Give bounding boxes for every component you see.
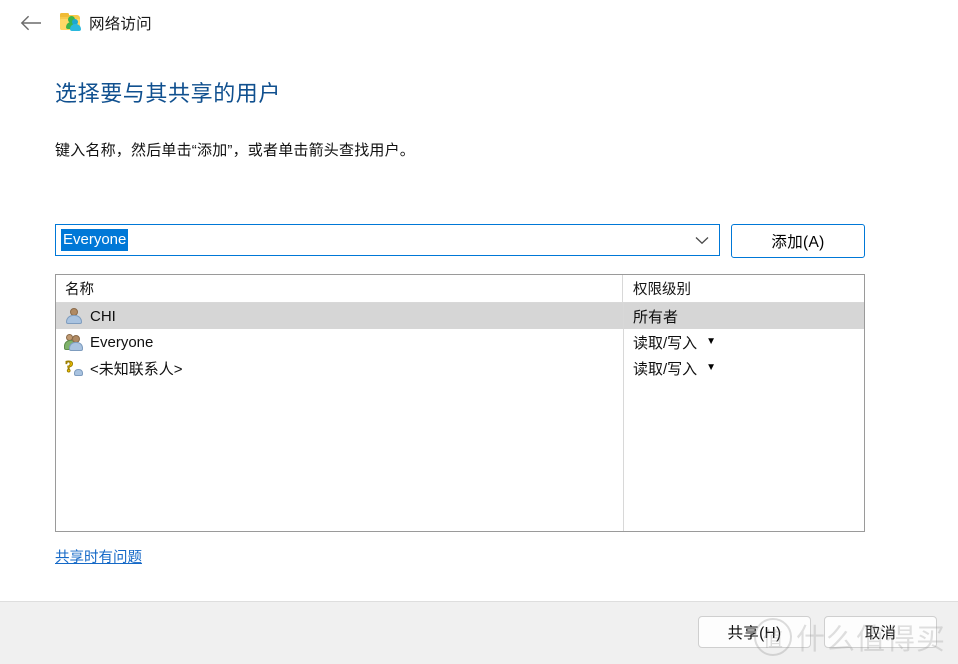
window-title: 网络访问 [89, 16, 152, 33]
back-arrow-icon [20, 15, 41, 31]
page-instructions: 键入名称，然后单击“添加”，或者单击箭头查找用户。 [55, 142, 415, 159]
permission-dropdown-caret[interactable]: ▼ [706, 337, 716, 347]
users-group-icon [64, 333, 83, 351]
row-permission-label: 读取/写入 [633, 334, 698, 352]
title-bar: 网络访问 [0, 0, 958, 46]
row-permission-cell[interactable]: 读取/写入 ▼ [623, 355, 864, 381]
table-row[interactable]: ? <未知联系人> 读取/写入 ▼ [56, 355, 864, 381]
shared-folder-icon [60, 13, 82, 33]
share-button[interactable]: 共享(H) [698, 616, 811, 648]
footer-button-group: 共享(H) 取消 [698, 616, 937, 648]
chevron-down-icon[interactable] [695, 225, 709, 255]
main-content: 选择要与其共享的用户 键入名称，然后单击“添加”，或者单击箭头查找用户。 Eve… [0, 46, 958, 601]
table-row[interactable]: CHI 所有者 [56, 303, 864, 329]
user-name-combobox[interactable]: Everyone [55, 224, 720, 256]
row-permission-label: 读取/写入 [633, 360, 698, 378]
column-header-permission[interactable]: 权限级别 [623, 275, 864, 302]
row-name-label: <未知联系人> [90, 360, 183, 378]
user-entry-row: Everyone 添加(A) [55, 224, 865, 258]
shared-users-list[interactable]: 名称 权限级别 CHI 所有者 Everyone 读取/写入 ▼ ? <未知联系… [55, 274, 865, 532]
list-rows: CHI 所有者 Everyone 读取/写入 ▼ ? <未知联系人> 读取/写入… [56, 303, 864, 381]
row-permission-label: 所有者 [633, 308, 679, 326]
cancel-button[interactable]: 取消 [824, 616, 937, 648]
column-header-name[interactable]: 名称 [56, 275, 623, 302]
row-permission-cell[interactable]: 读取/写入 ▼ [623, 329, 864, 355]
row-name-cell: Everyone [56, 329, 623, 355]
add-button[interactable]: 添加(A) [731, 224, 865, 258]
sharing-trouble-link[interactable]: 共享时有问题 [55, 546, 142, 567]
footer-bar: 共享(H) 取消 [0, 601, 958, 664]
column-divider [623, 303, 624, 531]
list-header: 名称 权限级别 [56, 275, 864, 303]
row-name-label: CHI [90, 307, 116, 325]
user-icon [65, 307, 83, 325]
page-title: 选择要与其共享的用户 [55, 81, 282, 106]
row-permission-cell: 所有者 [623, 303, 864, 329]
row-name-label: Everyone [90, 333, 154, 351]
permission-dropdown-caret[interactable]: ▼ [706, 363, 716, 373]
row-name-cell: ? <未知联系人> [56, 355, 623, 381]
unknown-contact-icon: ? [65, 357, 83, 377]
row-name-cell: CHI [56, 303, 623, 329]
user-name-input-value: Everyone [61, 229, 129, 251]
table-row[interactable]: Everyone 读取/写入 ▼ [56, 329, 864, 355]
back-button[interactable] [14, 8, 48, 38]
